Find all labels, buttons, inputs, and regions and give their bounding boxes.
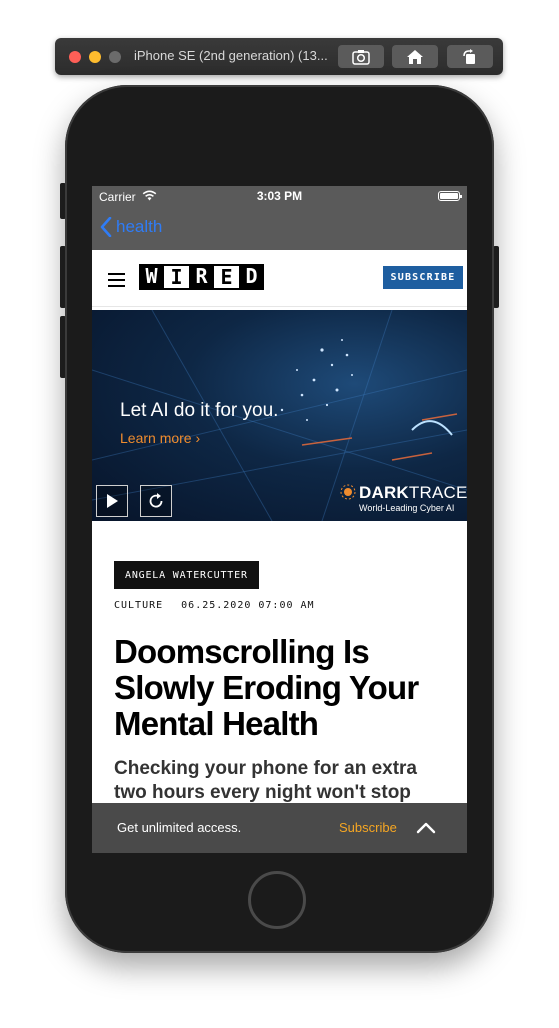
darktrace-logo-icon bbox=[340, 484, 356, 500]
play-button[interactable] bbox=[96, 485, 128, 517]
screenshot-icon bbox=[352, 49, 370, 65]
simulator-title-bar: iPhone SE (2nd generation) (13... bbox=[55, 38, 503, 75]
logo-letter: I bbox=[164, 264, 189, 290]
home-icon bbox=[407, 49, 423, 64]
ad-brand-bold: DARK bbox=[359, 483, 409, 502]
site-header: W I R E D SUBSCRIBE bbox=[92, 250, 467, 307]
back-label: health bbox=[116, 217, 163, 236]
ad-brand-light: TRACE bbox=[408, 483, 467, 502]
screenshot-button[interactable] bbox=[338, 45, 384, 68]
wired-logo[interactable]: W I R E D bbox=[139, 264, 264, 290]
status-bar: Carrier 3:03 PM bbox=[92, 186, 467, 206]
logo-letter: W bbox=[139, 264, 164, 290]
chevron-left-icon bbox=[100, 217, 112, 237]
phone-screen: Carrier 3:03 PM health W I R E D SUBSCRI… bbox=[92, 186, 467, 853]
article-date: 06.25.2020 07:00 AM bbox=[181, 600, 315, 611]
logo-letter: R bbox=[189, 264, 214, 290]
navigation-bar: health bbox=[92, 206, 467, 250]
replay-icon bbox=[149, 493, 163, 508]
article-meta: CULTURE 06.25.2020 07:00 AM bbox=[114, 600, 315, 611]
replay-button[interactable] bbox=[140, 485, 172, 517]
access-message: Get unlimited access. bbox=[117, 820, 242, 835]
home-button[interactable] bbox=[392, 45, 438, 68]
battery-icon bbox=[438, 191, 462, 201]
logo-letter: E bbox=[214, 264, 239, 290]
close-window-button[interactable] bbox=[69, 51, 81, 63]
article-headline: Doomscrolling Is Slowly Eroding Your Men… bbox=[114, 633, 419, 742]
status-time: 3:03 PM bbox=[256, 189, 303, 203]
ad-headline: Let AI do it for you. bbox=[120, 400, 279, 421]
paywall-bar: Get unlimited access. Subscribe bbox=[92, 803, 467, 853]
chevron-up-icon[interactable] bbox=[416, 821, 436, 834]
device-home-button[interactable] bbox=[248, 871, 306, 929]
author-name: ANGELA WATERCUTTER bbox=[125, 569, 248, 581]
minimize-window-button[interactable] bbox=[89, 51, 101, 63]
logo-letter: D bbox=[239, 264, 264, 290]
access-subscribe-link[interactable]: Subscribe bbox=[339, 820, 397, 835]
author-badge[interactable]: ANGELA WATERCUTTER bbox=[114, 561, 259, 589]
menu-icon[interactable] bbox=[108, 273, 125, 291]
ad-brand: DARKTRACE bbox=[359, 483, 467, 503]
rotate-button[interactable] bbox=[447, 45, 493, 68]
advertisement-banner[interactable]: Let AI do it for you. Learn more › DARKT… bbox=[92, 310, 467, 521]
play-icon bbox=[107, 494, 118, 508]
back-button[interactable]: health bbox=[100, 217, 162, 237]
rotate-icon bbox=[463, 48, 475, 64]
article-dek: Checking your phone for an extra two hou… bbox=[114, 758, 417, 803]
article-category[interactable]: CULTURE bbox=[114, 600, 163, 611]
simulator-title: iPhone SE (2nd generation) (13... bbox=[134, 48, 328, 63]
subscribe-button[interactable]: SUBSCRIBE bbox=[383, 266, 463, 289]
ad-learn-more-link[interactable]: Learn more › bbox=[120, 430, 200, 446]
ad-tagline: World-Leading Cyber AI bbox=[359, 503, 455, 513]
zoom-window-button[interactable] bbox=[109, 51, 121, 63]
